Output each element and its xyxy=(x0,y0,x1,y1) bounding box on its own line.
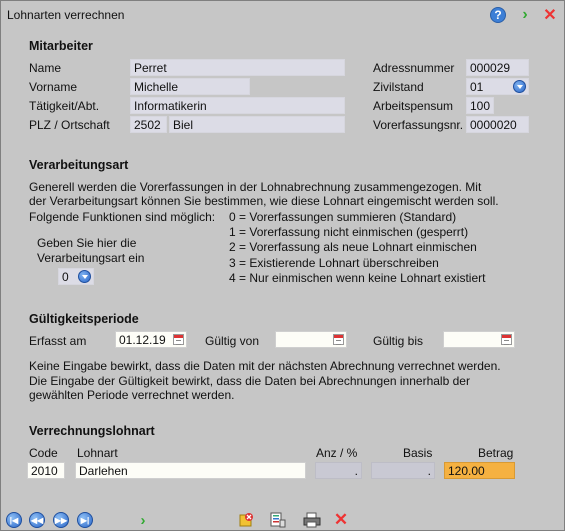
vorerfassungsnr-label: Vorerfassungsnr. xyxy=(373,118,464,132)
mitarbeiter-heading: Mitarbeiter xyxy=(29,39,93,53)
gueltigkeit-note-2: Die Eingabe der Gültigkeit bewirkt, dass… xyxy=(29,374,470,388)
gueltig-von-label: Gültig von xyxy=(205,334,260,348)
name-label: Name xyxy=(29,61,62,75)
plz-field[interactable]: 2502 xyxy=(130,116,167,133)
verarbeitungsart-prompt-2: Verarbeitungsart ein xyxy=(37,251,145,265)
delete-record-icon[interactable] xyxy=(237,511,255,529)
close-icon[interactable]: ✕ xyxy=(542,7,558,24)
calendar-icon[interactable] xyxy=(333,334,344,345)
betrag-column-label: Betrag xyxy=(478,446,514,460)
name-field[interactable]: Perret xyxy=(130,59,345,76)
arbeitspensum-field[interactable]: 100 xyxy=(466,97,494,114)
dialog-window: Lohnarten verrechnen ? › ✕ Mitarbeiter N… xyxy=(0,0,565,531)
taetigkeit-label: Tätigkeit/Abt. xyxy=(29,99,100,113)
zivilstand-select[interactable]: 01 xyxy=(466,78,529,95)
option-3: 3 = Existierende Lohnart überschreiben xyxy=(229,256,439,270)
gueltig-bis-label: Gültig bis xyxy=(373,334,424,348)
gueltigkeit-note-1: Keine Eingabe bewirkt, dass die Daten mi… xyxy=(29,359,501,373)
adressnummer-label: Adressnummer xyxy=(373,61,455,75)
vorname-field[interactable]: Michelle xyxy=(130,78,250,95)
ortschaft-field[interactable]: Biel xyxy=(169,116,345,133)
verarbeitungsart-heading: Verarbeitungsart xyxy=(29,158,129,172)
vorerfassungsnr-field[interactable]: 0000020 xyxy=(466,116,529,133)
option-4: 4 = Nur einmischen wenn keine Lohnart ex… xyxy=(229,271,486,285)
chevron-down-icon[interactable] xyxy=(78,270,91,283)
anz-column-label: Anz / % xyxy=(316,446,358,460)
verarbeitungsart-select[interactable]: 0 xyxy=(58,268,94,285)
calendar-icon[interactable] xyxy=(173,334,184,345)
code-column-label: Code xyxy=(29,446,58,460)
previous-record-icon[interactable]: ◀◀ xyxy=(29,512,45,528)
calendar-icon[interactable] xyxy=(501,334,512,345)
last-record-icon[interactable]: ▶| xyxy=(77,512,93,528)
first-record-icon[interactable]: |◀ xyxy=(6,512,22,528)
option-2: 2 = Vorerfassung als neue Lohnart einmis… xyxy=(229,240,477,254)
verarbeitungsart-text-2: der Verarbeitungsart können Sie bestimme… xyxy=(29,194,499,208)
title-bar: Lohnarten verrechnen ? › ✕ xyxy=(1,1,564,27)
verarbeitungsart-text-1: Generell werden die Vorerfassungen in de… xyxy=(29,180,482,194)
erfasst-date-field[interactable]: 01.12.19 xyxy=(115,331,187,348)
verarbeitungsart-text-3: Folgende Funktionen sind möglich: xyxy=(29,210,216,224)
print-icon[interactable] xyxy=(303,511,321,529)
erfasst-label: Erfasst am xyxy=(29,334,87,348)
verrechnung-heading: Verrechnungslohnart xyxy=(29,424,155,438)
erfasst-value: 01.12.19 xyxy=(119,333,166,347)
taetigkeit-field[interactable]: Informatikerin xyxy=(130,97,345,114)
zivilstand-value: 01 xyxy=(470,80,484,94)
go-arrow-icon[interactable]: › xyxy=(134,511,152,529)
lohnart-field[interactable]: Darlehen xyxy=(75,462,306,479)
cancel-icon[interactable]: ✕ xyxy=(332,510,350,529)
basis-column-label: Basis xyxy=(403,446,433,460)
gueltigkeit-note-3: gewählten Periode verrechnet werden. xyxy=(29,388,235,402)
option-0: 0 = Vorerfassungen summieren (Standard) xyxy=(229,210,457,224)
next-record-icon[interactable]: ▶▶ xyxy=(53,512,69,528)
verarbeitungsart-prompt-1: Geben Sie hier die xyxy=(37,236,137,250)
gueltig-von-date-field[interactable] xyxy=(275,331,347,348)
gueltigkeit-heading: Gültigkeitsperiode xyxy=(29,312,139,326)
anz-field[interactable]: . xyxy=(315,462,362,479)
window-title: Lohnarten verrechnen xyxy=(7,8,125,22)
arbeitspensum-label: Arbeitspensum xyxy=(373,99,454,113)
gueltig-bis-date-field[interactable] xyxy=(443,331,515,348)
zivilstand-label: Zivilstand xyxy=(373,80,424,94)
verarbeitungsart-value: 0 xyxy=(62,270,69,284)
lohnart-column-label: Lohnart xyxy=(77,446,118,460)
vorname-label: Vorname xyxy=(29,80,78,94)
basis-field[interactable]: . xyxy=(371,462,435,479)
document-list-icon[interactable] xyxy=(269,511,287,529)
help-icon[interactable]: ? xyxy=(490,7,506,23)
plz-ort-label: PLZ / Ortschaft xyxy=(29,118,110,132)
option-1: 1 = Vorerfassung nicht einmischen (gespe… xyxy=(229,225,469,239)
code-field[interactable]: 2010 xyxy=(27,462,65,479)
adressnummer-field[interactable]: 000029 xyxy=(466,59,529,76)
betrag-field[interactable]: 120.00 xyxy=(444,462,515,479)
chevron-down-icon[interactable] xyxy=(513,80,526,93)
go-arrow-icon[interactable]: › xyxy=(517,6,533,23)
